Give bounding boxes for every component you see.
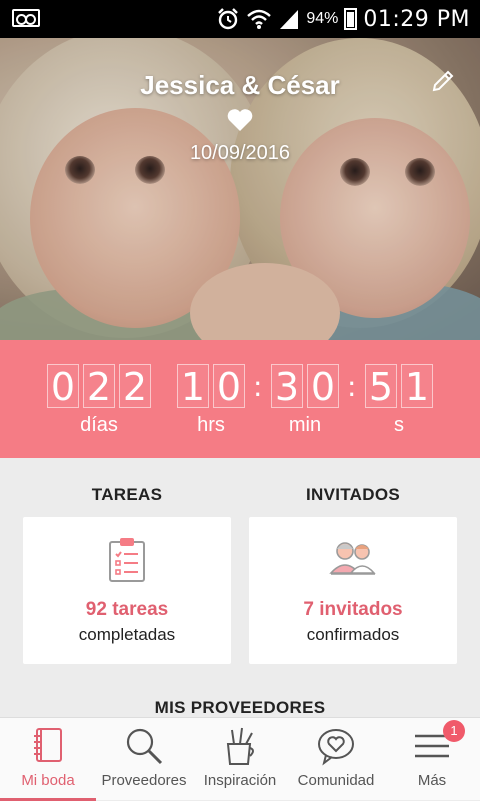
tasks-heading: TAREAS bbox=[91, 485, 163, 504]
days-digit: 2 bbox=[83, 364, 115, 409]
tasks-count: 92 tareas bbox=[85, 599, 169, 620]
hours-label: hrs bbox=[197, 414, 225, 436]
minutes-digit: 3 bbox=[271, 364, 303, 409]
signal-icon bbox=[280, 10, 299, 29]
hours-digit: 1 bbox=[177, 364, 209, 409]
voicemail-icon bbox=[12, 9, 40, 27]
nav-item-inspiracion[interactable]: Inspiración bbox=[192, 718, 288, 801]
clock: 01:29 PM bbox=[363, 6, 470, 32]
edit-pencil-icon[interactable] bbox=[430, 68, 456, 94]
time-separator: : bbox=[347, 370, 357, 403]
seconds-label: s bbox=[394, 414, 404, 436]
guests-heading: INVITADOS bbox=[305, 485, 400, 504]
search-icon bbox=[126, 728, 163, 765]
guests-card[interactable]: 7 invitados confirmados bbox=[249, 517, 457, 664]
nav-item-proveedores[interactable]: Proveedores bbox=[96, 718, 192, 801]
status-bar: 94% 01:29 PM bbox=[0, 0, 480, 38]
guests-subtitle: confirmados bbox=[306, 625, 400, 644]
nav-label: Comunidad bbox=[297, 772, 375, 789]
hours-digit: 0 bbox=[213, 364, 245, 409]
tasks-subtitle: completadas bbox=[78, 625, 176, 644]
notification-badge: 1 bbox=[443, 720, 465, 742]
notebook-icon bbox=[34, 728, 62, 762]
days-label: días bbox=[80, 414, 118, 436]
tasks-card[interactable]: 92 tareas completadas bbox=[23, 517, 231, 664]
time-separator: : bbox=[253, 370, 263, 403]
countdown-panel: 0 2 2 1 0 : 3 0 : 5 1 días hrs min s bbox=[0, 340, 480, 458]
heart-bubble-icon bbox=[318, 729, 354, 766]
battery-percent: 94% bbox=[306, 10, 339, 27]
bottom-navigation: Mi boda Proveedores Inspiración Comunida… bbox=[0, 717, 480, 801]
wifi-icon bbox=[247, 9, 272, 29]
status-right: 94% 01:29 PM bbox=[216, 0, 470, 38]
couple-name: Jessica & César bbox=[140, 70, 340, 100]
nav-label: Más bbox=[417, 772, 447, 789]
guests-count: 7 invitados bbox=[303, 599, 403, 620]
minutes-digit: 0 bbox=[307, 364, 339, 409]
nav-label: Inspiración bbox=[203, 772, 277, 789]
days-digit: 2 bbox=[119, 364, 151, 409]
nav-item-comunidad[interactable]: Comunidad bbox=[288, 718, 384, 801]
pencil-cup-icon bbox=[226, 727, 254, 765]
alarm-icon bbox=[218, 8, 239, 30]
nav-label: Proveedores bbox=[101, 772, 187, 789]
nav-label: Mi boda bbox=[21, 772, 75, 789]
guests-icon bbox=[329, 542, 376, 575]
battery-icon bbox=[344, 8, 358, 30]
seconds-digit: 5 bbox=[365, 364, 397, 409]
wedding-date: 10/09/2016 bbox=[189, 142, 291, 164]
seconds-digit: 1 bbox=[401, 364, 433, 409]
clipboard-icon bbox=[109, 538, 145, 582]
nav-item-mas[interactable]: Más bbox=[384, 718, 480, 801]
nav-item-mi-boda[interactable]: Mi boda bbox=[0, 718, 96, 801]
days-digit: 0 bbox=[47, 364, 79, 409]
minutes-label: min bbox=[288, 414, 322, 436]
heart-icon bbox=[227, 109, 253, 131]
providers-heading: MIS PROVEEDORES bbox=[154, 698, 326, 717]
